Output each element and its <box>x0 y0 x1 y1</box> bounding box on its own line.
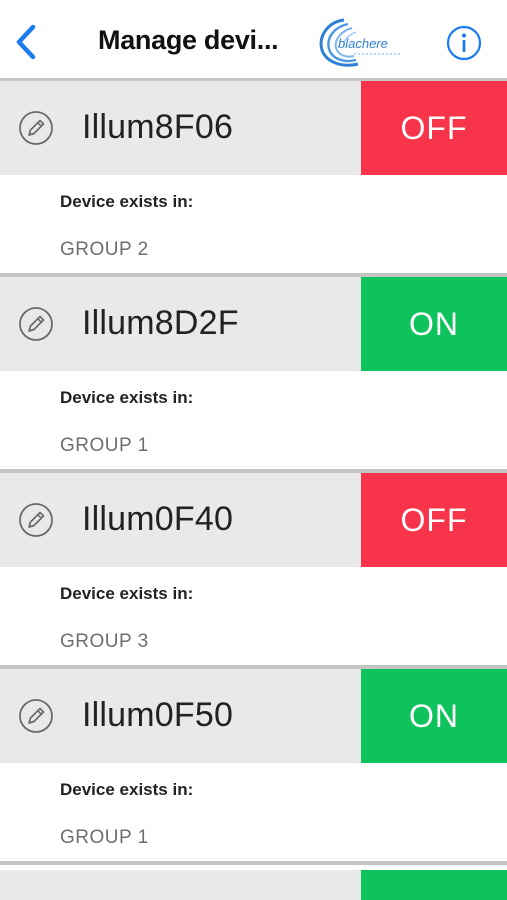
device-exists-label: Device exists in: <box>60 192 194 211</box>
device-exists-label: Device exists in: <box>60 388 194 407</box>
page-title: Manage devi... <box>98 25 279 55</box>
device-exists-label: Device exists in: <box>60 584 194 603</box>
device-name: Illum8F06 <box>82 108 234 146</box>
power-toggle-button[interactable]: OFF <box>361 473 507 567</box>
device-name: Illum0F40 <box>82 500 234 538</box>
svg-text:blachere: blachere <box>338 36 388 51</box>
device-list: Illum8F06 OFF Device exists in: GROUP 2 … <box>0 81 507 865</box>
power-toggle-button[interactable]: ON <box>361 277 507 371</box>
chevron-left-icon <box>16 24 36 60</box>
power-toggle-button[interactable]: OFF <box>361 81 507 175</box>
power-toggle-button[interactable]: ON <box>361 669 507 763</box>
pencil-icon[interactable] <box>18 502 54 538</box>
pencil-icon[interactable] <box>18 698 54 734</box>
group-name: GROUP 2 <box>60 239 149 260</box>
navigation-bar: Manage devi... blachere <box>0 0 507 80</box>
info-icon[interactable] <box>446 25 482 61</box>
power-toggle-button-partial[interactable] <box>361 870 507 900</box>
row-divider <box>0 861 507 865</box>
device-item: Illum0F50 ON Device exists in: GROUP 1 <box>0 669 507 865</box>
device-row: Illum8D2F ON <box>0 277 507 371</box>
blachere-logo: blachere <box>319 18 400 67</box>
pencil-icon[interactable] <box>18 110 54 146</box>
device-item: Illum0F40 OFF Device exists in: GROUP 3 <box>0 473 507 669</box>
group-name: GROUP 3 <box>60 631 149 652</box>
device-row-partial <box>0 870 507 900</box>
group-name: GROUP 1 <box>60 435 149 456</box>
device-name: Illum8D2F <box>82 304 239 342</box>
back-button[interactable] <box>8 22 44 62</box>
device-item: Illum8F06 OFF Device exists in: GROUP 2 <box>0 81 507 277</box>
device-row: Illum8F06 OFF <box>0 81 507 175</box>
device-item: Illum8D2F ON Device exists in: GROUP 1 <box>0 277 507 473</box>
device-name: Illum0F50 <box>82 696 234 734</box>
device-exists-label: Device exists in: <box>60 780 194 799</box>
device-row: Illum0F40 OFF <box>0 473 507 567</box>
pencil-icon[interactable] <box>18 306 54 342</box>
group-name: GROUP 1 <box>60 827 149 848</box>
device-row: Illum0F50 ON <box>0 669 507 763</box>
